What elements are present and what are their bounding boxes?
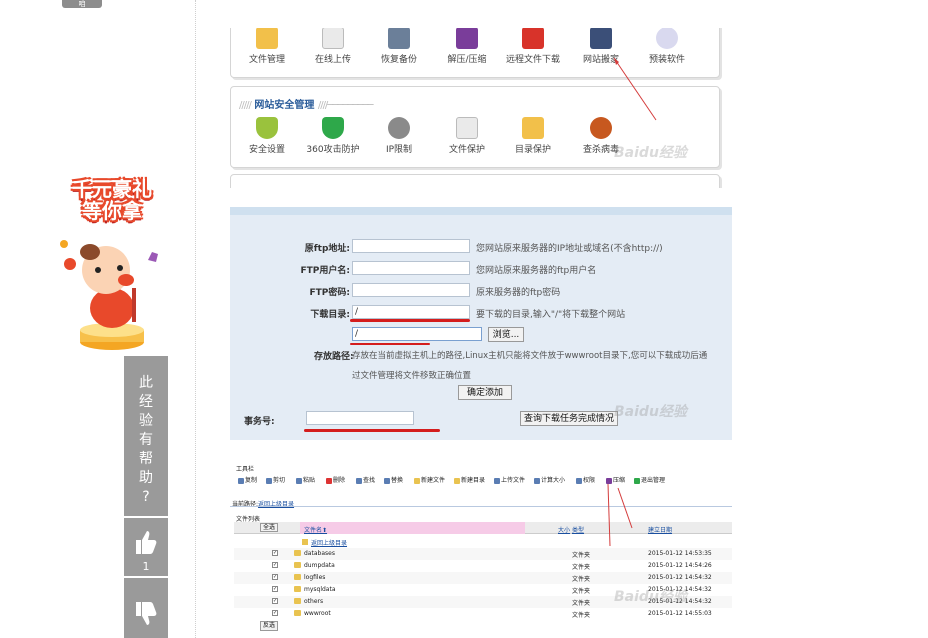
field-label: FTP用户名: <box>300 266 350 276</box>
ftp-address-input[interactable] <box>352 239 470 253</box>
field-label: 下载目录: <box>310 310 350 320</box>
thumbs-down-icon <box>136 602 157 625</box>
annotation-underline <box>350 319 470 322</box>
field-hint: 原来服务器的ftp密码 <box>476 288 561 298</box>
screenshot-file-manager: 工具栏 复制 剪切 粘贴 删除 查找 替换 新建文件 新建目录 上传文件 计算大… <box>230 462 732 634</box>
ftp-password-input[interactable] <box>352 283 470 297</box>
field-hint: 要下载的目录,输入"/"将下载整个网站 <box>476 310 626 320</box>
form-row-ftp-address: 原ftp地址: 您网站原来服务器的IP地址或域名(不含http://) <box>242 237 727 257</box>
watermark: Baidu经验 <box>614 404 687 420</box>
top-tab-label: 咱 <box>78 0 86 8</box>
annotation-arrows <box>607 483 633 547</box>
feedback-char: 助 <box>139 470 153 486</box>
form-row-download-dir: 下载目录: / 要下载的目录,输入"/"将下载整个网站 <box>242 303 727 323</box>
store-path-hint: 存放在当前虚拟主机上的路径,Linux主机只能将文件放于wwwroot目录下,您… <box>352 351 708 361</box>
task-number-label: 事务号: <box>244 417 275 427</box>
store-path-hint-2: 过文件管理将文件移致正确位置 <box>352 371 472 381</box>
task-number-input[interactable] <box>306 411 414 425</box>
promo-banner[interactable]: 千元豪礼 等你拿 <box>56 176 168 352</box>
annotation-underline <box>304 429 440 432</box>
field-hint: 您网站原来服务器的IP地址或域名(不含http://) <box>476 244 663 254</box>
column-divider <box>195 0 196 638</box>
top-tab[interactable]: 咱 <box>62 0 102 8</box>
browse-button[interactable]: 浏览... <box>488 327 524 342</box>
feedback-char: ? <box>142 489 150 505</box>
query-task-button[interactable]: 查询下载任务完成情况 <box>520 411 618 426</box>
feedback-panel: 此 经 验 有 帮 助 ? 1 <box>124 356 168 638</box>
dislike-button[interactable] <box>124 578 168 638</box>
watermark: Baidu经验 <box>614 589 687 605</box>
screenshot-download-form: 原ftp地址: 您网站原来服务器的IP地址或域名(不含http://) FTP用… <box>230 207 732 440</box>
field-label: 原ftp地址: <box>304 244 350 254</box>
form-row-ftp-user: FTP用户名: 您网站原来服务器的ftp用户名 <box>242 259 727 279</box>
feedback-char: 有 <box>139 432 153 448</box>
annotation-underline <box>350 343 430 345</box>
feedback-question: 此 经 验 有 帮 助 ? <box>124 356 168 516</box>
feedback-char: 此 <box>139 375 153 391</box>
store-path-input[interactable]: / <box>352 327 482 341</box>
annotation-arrow <box>613 57 657 121</box>
store-path-label: 存放路径: <box>314 352 354 362</box>
watermark: Baidu经验 <box>614 145 687 161</box>
feedback-char: 经 <box>139 394 153 410</box>
feedback-char: 帮 <box>139 451 153 467</box>
confirm-add-button[interactable]: 确定添加 <box>458 385 512 400</box>
feedback-char: 验 <box>139 413 153 429</box>
screenshot-tool-panel: 文件管理 在线上传 恢复备份 解压/压缩 远程文件下载 网站搬家 预装软件 //… <box>230 28 724 188</box>
field-label: FTP密码: <box>309 288 350 298</box>
like-count: 1 <box>142 560 150 573</box>
form-row-ftp-password: FTP密码: 原来服务器的ftp密码 <box>242 281 727 301</box>
field-hint: 您网站原来服务器的ftp用户名 <box>476 266 597 276</box>
download-dir-input[interactable]: / <box>352 305 470 319</box>
mascot-illustration <box>60 240 158 350</box>
ftp-user-input[interactable] <box>352 261 470 275</box>
